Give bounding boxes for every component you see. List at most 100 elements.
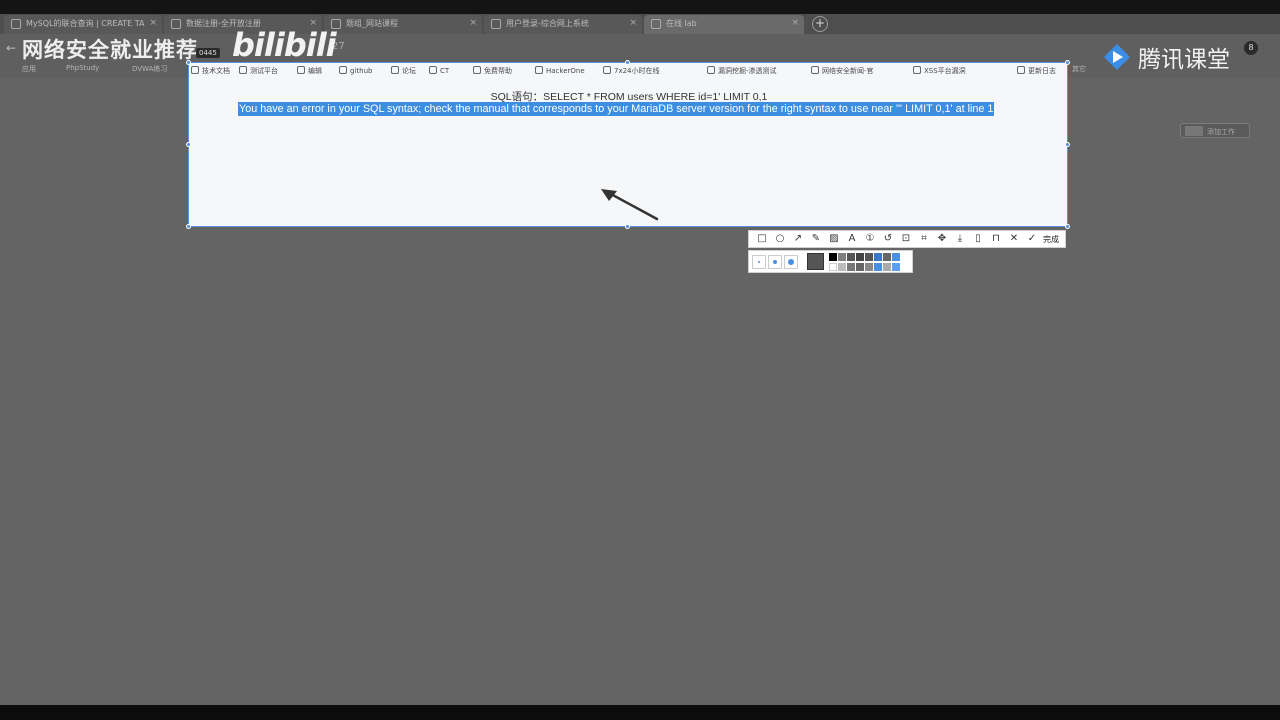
bookmark-item[interactable]: 免费帮助 [473,66,512,76]
close-icon[interactable]: × [149,18,157,28]
bookmark-item[interactable]: 漏洞挖掘-渗透测试 [707,66,777,76]
color-swatch[interactable] [883,253,891,261]
bookmark-icon [297,66,305,74]
annotation-arrow-icon[interactable] [599,189,659,225]
bookmark-item[interactable]: PhpStudy [66,64,99,72]
bookmark-icon [473,66,481,74]
number-icon[interactable]: ① [861,231,879,247]
browser-tab-active[interactable]: 在线 lab × [644,15,804,34]
notification-badge[interactable]: 8 [1244,41,1258,55]
check-icon[interactable]: ✓ [1023,231,1041,247]
github-icon [339,66,347,74]
page-icon [651,19,661,29]
tencent-classroom-logo: 腾讯课堂 [1100,40,1230,74]
color-swatch[interactable] [856,263,864,271]
side-button-label: 添加工作 [1207,128,1235,136]
long-shot-icon[interactable]: ▯ [969,231,987,247]
bookmark-icon [811,66,819,74]
current-color-swatch[interactable] [807,253,824,270]
bookmark-item[interactable]: 7x24小时在线 [603,66,660,76]
rectangle-icon[interactable]: □ [753,231,771,247]
translate-icon[interactable]: ⌗ [915,231,933,247]
ellipse-icon[interactable]: ○ [771,231,789,247]
pen-icon[interactable]: ✎ [807,231,825,247]
close-icon[interactable]: × [791,18,799,28]
color-swatch[interactable] [829,253,837,261]
color-swatch[interactable] [856,253,864,261]
resize-handle[interactable] [625,224,630,229]
resize-handle[interactable] [186,224,191,229]
tab-label: 题组_网站课程 [346,19,398,28]
shield-icon [707,66,715,74]
bookmark-icon[interactable]: ⊓ [987,231,1005,247]
back-arrow-icon[interactable]: ← [6,41,16,55]
color-size-palette [748,250,913,273]
bookmark-icon [239,66,247,74]
bookmark-item[interactable]: XSS平台漏洞 [913,66,966,76]
resize-handle[interactable] [186,142,191,147]
bookmark-icon [391,66,399,74]
bookmark-item[interactable]: 技术文档 [191,66,230,76]
bookmark-item[interactable]: HackerOne [535,66,585,75]
size-dot [788,259,794,265]
close-icon[interactable]: × [629,18,637,28]
color-swatch[interactable] [892,263,900,271]
mosaic-icon[interactable]: ▨ [825,231,843,247]
close-icon[interactable]: × [469,18,477,28]
resize-handle[interactable] [1065,224,1070,229]
text-icon[interactable]: A [843,231,861,247]
color-swatch[interactable] [829,263,837,271]
watermark-text: 网络安全就业推荐 [22,38,198,62]
color-swatch[interactable] [874,253,882,261]
color-swatch[interactable] [892,253,900,261]
bookmark-icon [429,66,437,74]
screenshot-toolbar: □ ○ ↗ ✎ ▨ A ① ↺ ⊡ ⌗ ✥ ⤓ ▯ ⊓ ✕ ✓ 完成 [748,230,1066,248]
color-swatch[interactable] [847,253,855,261]
color-swatch[interactable] [838,253,846,261]
save-icon[interactable]: ⤓ [951,231,969,247]
color-swatch[interactable] [847,263,855,271]
color-swatch[interactable] [838,263,846,271]
color-swatch[interactable] [883,263,891,271]
size-dot [773,260,777,264]
bookmark-item[interactable]: 网络安全新闻-官 [811,66,874,76]
ocr-icon[interactable]: ⊡ [897,231,915,247]
desktop-screen: MySQL的联合查询 | CREATE TA × 数据注册-全开放注册 × 题组… [0,0,1280,720]
done-button[interactable]: 完成 [1043,234,1059,245]
bookmark-item[interactable]: 其它 [1072,64,1086,74]
sql-error-message-selected[interactable]: You have an error in your SQL syntax; ch… [238,102,995,116]
bookmark-item[interactable]: 论坛 [391,66,416,76]
browser-tab[interactable]: MySQL的联合查询 | CREATE TA × [4,15,162,34]
page-icon [171,19,181,29]
undo-icon[interactable]: ↺ [879,231,897,247]
bilibili-logo: bilibili [232,26,337,64]
arrow-icon[interactable]: ↗ [789,231,807,247]
side-button[interactable]: 添加工作 [1180,123,1250,138]
top-bar [0,0,1280,14]
new-tab-button[interactable]: + [812,16,828,32]
bookmark-item[interactable]: 更新日志 [1017,66,1056,76]
resize-handle[interactable] [625,60,630,65]
bookmark-item[interactable]: 应用 [22,64,36,74]
pin-icon[interactable]: ✥ [933,231,951,247]
screenshot-selection[interactable]: 技术文档 测试平台 编辑 github 论坛 CT 免费帮助 HackerOne… [188,62,1068,227]
bookmark-item[interactable]: github [339,66,372,75]
bookmark-item[interactable]: 测试平台 [239,66,278,76]
bookmark-icon [1017,66,1025,74]
time-badge: 0445 [196,48,220,58]
color-swatch[interactable] [865,253,873,261]
page-icon [491,19,501,29]
bookmark-item[interactable]: DVWA练习 [132,64,167,74]
resize-handle[interactable] [1065,142,1070,147]
color-swatch[interactable] [874,263,882,271]
color-swatch[interactable] [865,263,873,271]
browser-tab[interactable]: 用户登录-综合网上系统 × [484,15,642,34]
close-icon[interactable]: ✕ [1005,231,1023,247]
resize-handle[interactable] [1065,60,1070,65]
resize-handle[interactable] [186,60,191,65]
hackerone-icon [535,66,543,74]
bookmark-item[interactable]: CT [429,66,449,75]
bookmark-icon [603,66,611,74]
bookmark-item[interactable]: 编辑 [297,66,322,76]
browser-tab[interactable]: 题组_网站课程 × [324,15,482,34]
